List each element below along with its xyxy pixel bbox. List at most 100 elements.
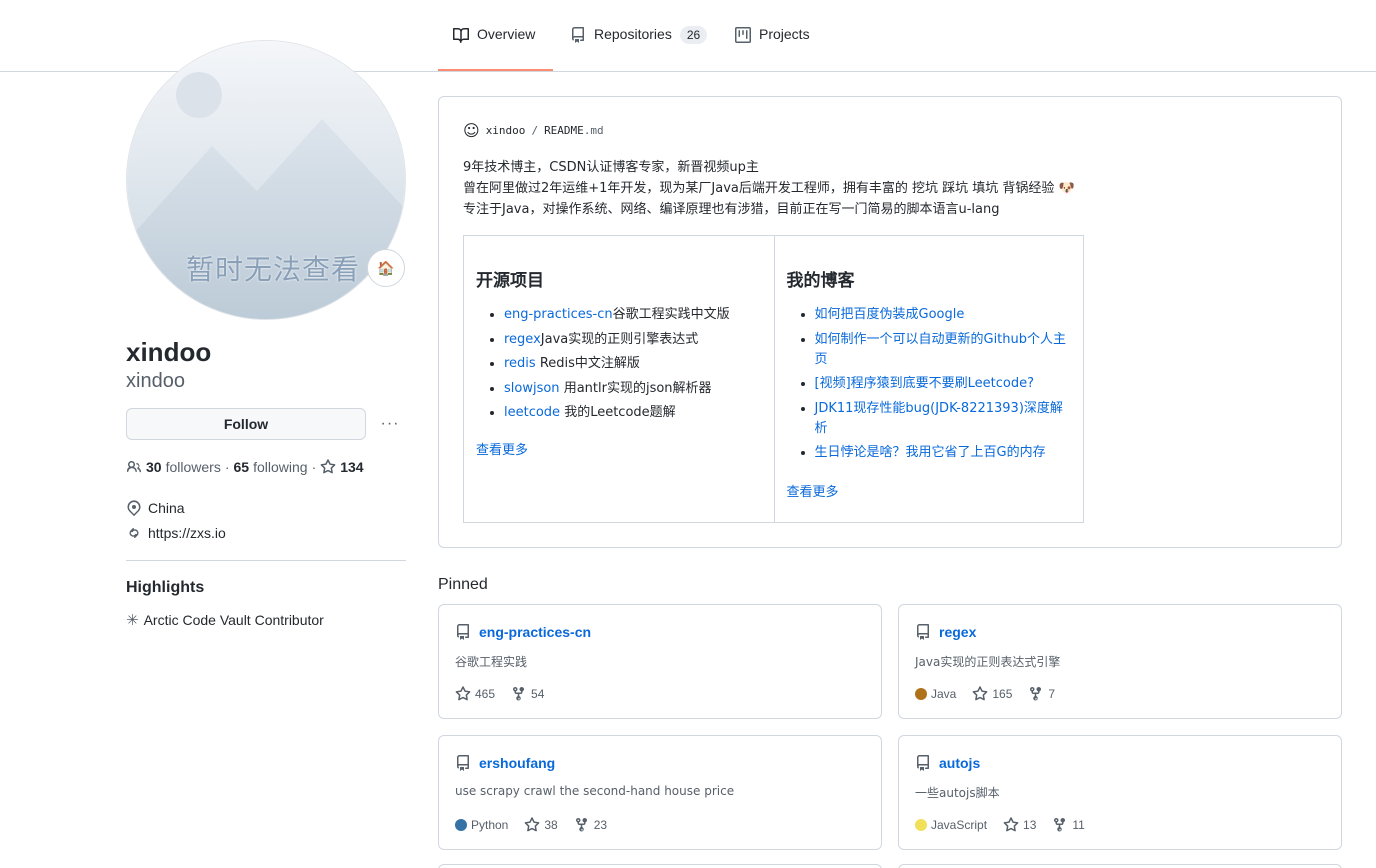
pinned-repo-card: ershoufang use scrapy crawl the second-h…	[438, 735, 882, 850]
repo-stars-link[interactable]: 38	[524, 817, 558, 833]
project-desc: 用antlr实现的json解析器	[559, 380, 712, 396]
profile-readme: ☺ xindoo / README.md 9年技术博主，CSDN认证博客专家，新…	[438, 96, 1342, 548]
location-item: China	[126, 500, 185, 516]
followers-count: 30	[146, 459, 162, 475]
language-name: Java	[931, 687, 957, 701]
follow-stats: 30 followers · 65 following · 134	[126, 459, 364, 475]
repo-stars-link[interactable]: 465	[455, 686, 495, 702]
repo-name-link[interactable]: ershoufang	[479, 755, 555, 771]
avatar-caption: 暂时无法查看	[186, 253, 361, 286]
fork-icon	[575, 817, 587, 832]
stars-count: 134	[340, 459, 364, 475]
repo-stars-link[interactable]: 165	[972, 686, 1012, 702]
dog-icon: 🐶	[1058, 181, 1075, 196]
project-desc: 谷歌工程实践中文版	[612, 307, 730, 322]
intro-line: 曾在阿里做过2年运维+1年开发，现为某厂Java后端开发工程师，拥有丰富的 挖坑…	[463, 181, 1055, 196]
tab-repositories[interactable]: Repositories 26	[570, 26, 708, 71]
website-link[interactable]: https://zxs.io	[148, 525, 226, 541]
following-link[interactable]: 65 following	[234, 459, 308, 475]
blog-link[interactable]: 如何把百度伪装成Google	[815, 307, 965, 322]
repo-stars: 165	[992, 687, 1013, 701]
blogs-heading: 我的博客	[786, 271, 855, 291]
blog-link[interactable]: [视频]程序猿到底要不要刷Leetcode?	[815, 376, 1035, 391]
list-item: leetcode 我的Leetcode题解	[504, 403, 762, 423]
snowflake-icon: ✳	[126, 612, 139, 629]
repo-forks-link[interactable]: 11	[1052, 817, 1085, 833]
projects-heading: 开源项目	[476, 271, 544, 291]
book-icon	[453, 27, 469, 43]
list-item: redis Redis中文注解版	[504, 354, 762, 374]
star-icon	[320, 459, 336, 474]
projects-more-link[interactable]: 查看更多	[476, 439, 528, 458]
smiley-icon: ☺	[463, 121, 480, 140]
blog-link[interactable]: JDK11现存性能bug(JDK-8221393)深度解析	[815, 401, 1063, 436]
list-item: JDK11现存性能bug(JDK-8221393)深度解析	[815, 399, 1072, 439]
list-item: 生日悖论是啥？我用它省了上百G的内存	[815, 443, 1072, 463]
project-link[interactable]: leetcode	[504, 405, 560, 420]
stars-link[interactable]: 134	[320, 459, 364, 475]
repo-stars-link[interactable]: 13	[1003, 817, 1036, 833]
repo-icon	[457, 755, 469, 771]
repo-description: 谷歌工程实践	[455, 655, 528, 669]
link-icon	[129, 528, 139, 538]
followers-label: followers	[165, 459, 221, 475]
repo-icon	[917, 624, 929, 640]
blog-link[interactable]: 生日悖论是啥？我用它省了上百G的内存	[815, 445, 1046, 460]
intro-line: 专注于Java，对操作系统、网络、编译原理也有涉猎，目前正在写一门简易的脚本语言…	[463, 202, 1000, 217]
project-link[interactable]: redis	[504, 356, 536, 371]
more-options-button[interactable]: ···	[378, 415, 402, 432]
pinned-repo-card: autojs 一些autojs脚本 JavaScript 13 11	[898, 735, 1342, 850]
project-desc: 我的Leetcode题解	[560, 405, 676, 420]
repo-language: JavaScript	[915, 818, 987, 832]
repo-forks: 54	[531, 687, 545, 701]
website-item: https://zxs.io	[126, 525, 226, 541]
project-link[interactable]: eng-practices-cn	[504, 307, 613, 322]
status-emoji-button[interactable]: 🏠	[367, 249, 405, 287]
repo-name-link[interactable]: eng-practices-cn	[479, 624, 591, 640]
location-text: China	[148, 500, 185, 516]
tab-projects[interactable]: Projects	[735, 26, 810, 71]
language-name: Python	[471, 818, 509, 832]
repo-description: 一些autojs脚本	[915, 786, 1000, 800]
project-link[interactable]: regex	[504, 332, 541, 347]
fork-icon	[1054, 817, 1066, 832]
repo-description: use scrapy crawl the second-hand house p…	[455, 784, 735, 798]
follow-button[interactable]: Follow	[126, 408, 366, 440]
separator-dot: ·	[311, 459, 317, 475]
intro-line: 9年技术博主，CSDN认证博客专家，新晋视频up主	[463, 160, 759, 175]
star-icon	[1003, 817, 1019, 832]
blogs-more-link[interactable]: 查看更多	[787, 481, 839, 500]
readme-owner-link[interactable]: xindoo	[486, 124, 526, 137]
project-icon	[735, 27, 751, 43]
readme-table: 开源项目 eng-practices-cn谷歌工程实践中文版 regexJava…	[463, 235, 1084, 523]
repo-name-link[interactable]: autojs	[939, 755, 980, 771]
repo-description: Java实现的正则表达式引擎	[915, 655, 1061, 669]
pinned-repo-card: eng-practices-cn 谷歌工程实践 465 54	[438, 604, 882, 719]
project-desc: Java实现的正则引擎表达式	[540, 331, 699, 347]
blogs-column: 我的博客 如何把百度伪装成Google 如何制作一个可以自动更新的Github个…	[773, 236, 1084, 522]
projects-list: eng-practices-cn谷歌工程实践中文版 regexJava实现的正则…	[476, 305, 762, 423]
blogs-list: 如何把百度伪装成Google 如何制作一个可以自动更新的Github个人主页 […	[787, 305, 1072, 463]
star-icon	[972, 686, 988, 701]
project-link[interactable]: slowjson	[504, 381, 560, 396]
tab-repositories-label: Repositories	[594, 26, 672, 42]
repo-forks-link[interactable]: 7	[1028, 686, 1055, 702]
readme-header: ☺ xindoo / README.md	[463, 121, 604, 140]
project-desc: Redis中文注解版	[535, 356, 640, 371]
list-item: eng-practices-cn谷歌工程实践中文版	[504, 305, 762, 325]
repo-icon	[917, 755, 929, 771]
pinned-repo-card-partial	[898, 864, 1342, 868]
followers-link[interactable]: 30 followers	[146, 459, 221, 475]
repo-forks-link[interactable]: 23	[574, 817, 607, 833]
repositories-count-badge: 26	[679, 26, 708, 44]
tab-overview[interactable]: Overview	[438, 26, 553, 71]
readme-file-link[interactable]: README.md	[544, 124, 604, 137]
repo-forks: 23	[593, 818, 608, 832]
list-item: regexJava实现的正则引擎表达式	[504, 330, 762, 350]
list-item: [视频]程序猿到底要不要刷Leetcode?	[815, 374, 1072, 394]
blog-link[interactable]: 如何制作一个可以自动更新的Github个人主页	[815, 332, 1067, 367]
repo-forks: 11	[1072, 818, 1085, 832]
repo-forks-link[interactable]: 54	[511, 686, 544, 702]
list-item: 如何把百度伪装成Google	[815, 305, 1072, 325]
repo-name-link[interactable]: regex	[939, 624, 976, 640]
